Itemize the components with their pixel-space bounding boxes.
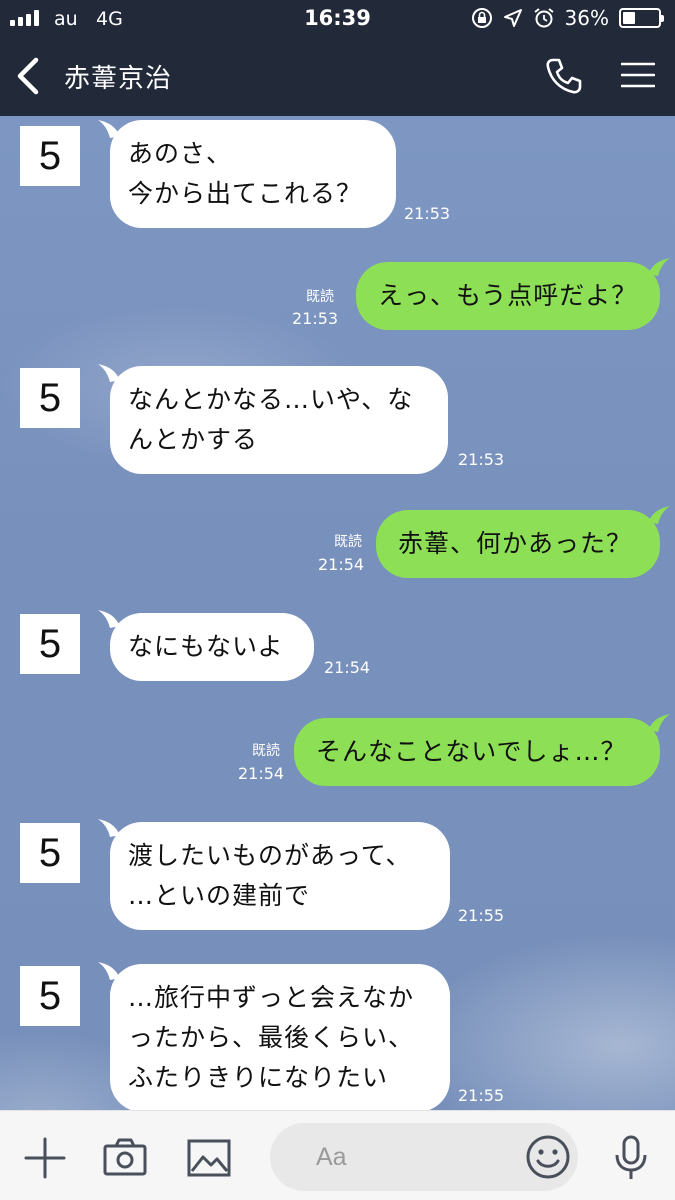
- avatar[interactable]: 5: [20, 614, 80, 674]
- message-bubble-outgoing[interactable]: 赤葦、何かあった？: [376, 510, 660, 578]
- alarm-icon: [533, 8, 554, 28]
- avatar[interactable]: 5: [20, 823, 80, 883]
- message-bubble-incoming[interactable]: …旅行中ずっと会えなか ったから、最後くらい、 ふたりきりになりたい: [110, 964, 450, 1110]
- message-input-placeholder: Aa: [316, 1143, 347, 1171]
- message-time: 21:54: [238, 764, 285, 783]
- status-bar: au 4G 16:39 36%: [0, 0, 675, 38]
- bubble-tail: [648, 506, 670, 524]
- menu-icon[interactable]: [621, 60, 655, 90]
- bubble-tail: [648, 258, 670, 276]
- camera-icon[interactable]: [102, 1135, 148, 1181]
- status-right-group: 36%: [471, 6, 664, 30]
- avatar[interactable]: 5: [20, 126, 80, 186]
- read-receipt: 既読: [252, 743, 280, 759]
- battery-percent: 36%: [564, 6, 609, 30]
- read-receipt: 既読: [334, 534, 362, 550]
- message-time: 21:55: [458, 1086, 505, 1105]
- message-bubble-incoming[interactable]: なんとかなる…いや、な んとかする: [110, 366, 448, 474]
- message-bubble-outgoing[interactable]: えっ、もう点呼だよ？: [356, 262, 660, 330]
- orientation-lock-icon: [471, 8, 492, 28]
- bubble-tail: [648, 714, 670, 732]
- read-receipt: 既読: [306, 289, 334, 305]
- message-time: 21:54: [318, 555, 365, 574]
- message-time: 21:53: [458, 450, 505, 469]
- avatar[interactable]: 5: [20, 368, 80, 428]
- message-bubble-incoming[interactable]: 渡したいものがあって、 …といの建前で: [110, 822, 450, 930]
- top-bar: au 4G 16:39 36% 赤葦京治: [0, 0, 675, 116]
- chat-area[interactable]: 5 あのさ、 今から出てこれる？ 21:53 既読 21:53 えっ、もう点呼だ…: [0, 116, 675, 1110]
- back-chevron-icon[interactable]: [10, 52, 50, 100]
- plus-icon[interactable]: [22, 1135, 68, 1181]
- image-icon[interactable]: [186, 1135, 232, 1181]
- message-time: 21:53: [404, 204, 451, 223]
- message-time: 21:53: [292, 309, 339, 328]
- battery-fill: [623, 12, 636, 24]
- message-bubble-outgoing[interactable]: そんなことないでしょ…？: [294, 718, 660, 786]
- message-bubble-incoming[interactable]: なにもないよ: [110, 613, 314, 681]
- battery-icon: [619, 8, 664, 28]
- microphone-icon[interactable]: [608, 1135, 654, 1181]
- location-arrow-icon: [503, 9, 522, 27]
- message-time: 21:54: [324, 658, 371, 677]
- input-bar: Aa: [0, 1110, 675, 1200]
- emoji-icon[interactable]: [524, 1133, 572, 1181]
- chat-header: 赤葦京治: [0, 38, 675, 116]
- avatar[interactable]: 5: [20, 966, 80, 1026]
- phone-icon[interactable]: [543, 56, 583, 96]
- message-input[interactable]: Aa: [270, 1123, 578, 1191]
- chat-title: 赤葦京治: [64, 64, 173, 94]
- message-time: 21:55: [458, 906, 505, 925]
- message-bubble-incoming[interactable]: あのさ、 今から出てこれる？: [110, 120, 396, 228]
